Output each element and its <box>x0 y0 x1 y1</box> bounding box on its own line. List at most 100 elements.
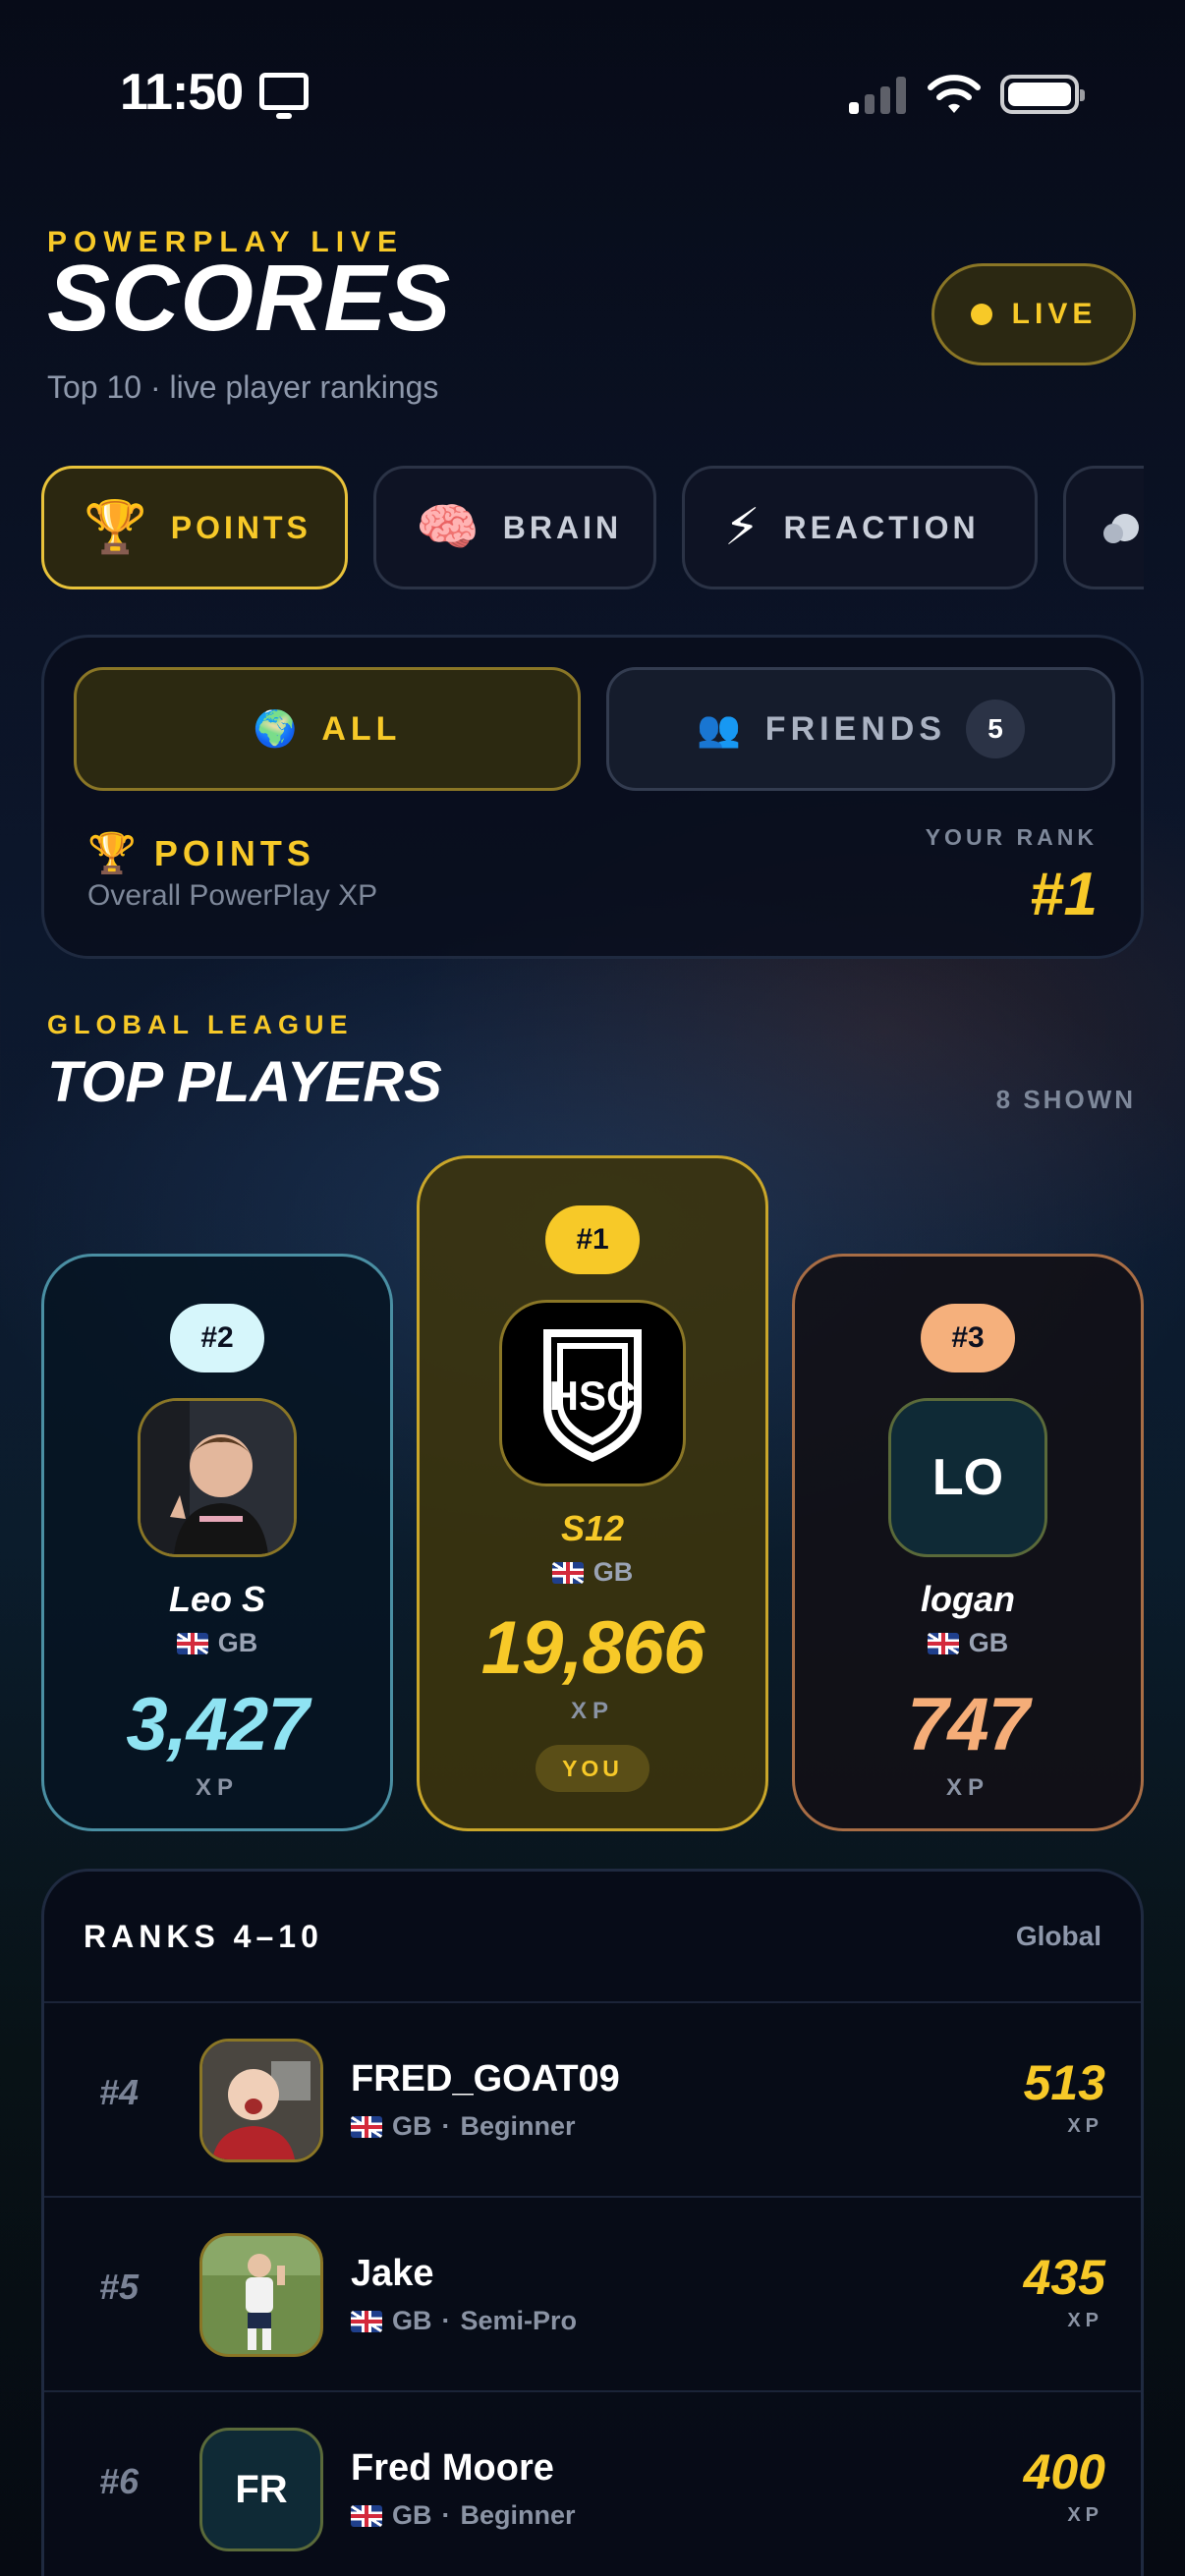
player-country: GB <box>176 1628 258 1658</box>
player-meta: GB · Beginner <box>351 2500 576 2531</box>
avatar <box>138 1398 297 1557</box>
score-unit: XP <box>945 1774 989 1801</box>
tab-label: BRAIN <box>502 509 623 545</box>
league-eyebrow: GLOBAL LEAGUE <box>47 1010 354 1039</box>
your-rank-label: YOUR RANK <box>925 824 1098 850</box>
player-score: 3,427 <box>126 1683 309 1766</box>
people-icon: 👥 <box>696 709 746 750</box>
country-code: GB <box>392 2500 432 2530</box>
your-rank-value: #1 <box>1030 861 1098 928</box>
country-code: GB <box>217 1628 258 1657</box>
uk-flag-icon <box>351 2310 382 2332</box>
filter-card: 🌍 ALL 👥 FRIENDS 5 🏆 POINTS Overall Power… <box>41 635 1144 959</box>
player-meta: GB · Semi-Pro <box>351 2306 577 2336</box>
row-rank: #5 <box>99 2267 140 2307</box>
separator-dot: · <box>441 2500 451 2530</box>
list-item[interactable]: #4 FRED_GOAT09 GB · Beginner 513 XP <box>44 2001 1141 2196</box>
uk-flag-icon <box>551 1561 584 1584</box>
rank-badge: #2 <box>170 1304 264 1372</box>
avatar: FR <box>199 2428 323 2551</box>
player-name: S12 <box>560 1508 625 1548</box>
cloud-icon <box>1103 514 1139 543</box>
row-rank: #4 <box>99 2072 140 2112</box>
player-score: 513 <box>1023 2055 1105 2110</box>
separator-dot: · <box>441 2306 451 2335</box>
score-unit: XP <box>1067 2504 1103 2526</box>
player-score: 747 <box>907 1683 1030 1766</box>
player-name: Jake <box>351 2253 434 2294</box>
podium-first[interactable]: #1 HSC S12 GB 19,866 XP YOU <box>417 1155 768 1831</box>
score-unit: XP <box>1067 2310 1103 2331</box>
player-level: Beginner <box>460 2111 576 2141</box>
cellular-signal-icon <box>849 77 908 114</box>
player-photo <box>141 1401 294 1554</box>
rank-badge: #1 <box>545 1205 640 1274</box>
row-rank: #6 <box>99 2461 140 2501</box>
player-country: GB <box>927 1628 1009 1658</box>
brain-icon: 🧠 <box>416 498 480 557</box>
list-item[interactable]: #5 Jake GB · Semi-Pro 435 XP <box>44 2196 1141 2390</box>
globe-icon: 🌍 <box>253 709 303 750</box>
filter-all-label: ALL <box>321 709 402 748</box>
player-country: GB <box>551 1557 634 1588</box>
player-name: Leo S <box>168 1579 265 1619</box>
category-label: POINTS <box>153 832 315 873</box>
list-item[interactable]: #6 FR Fred Moore GB · Beginner 400 XP <box>44 2390 1141 2576</box>
ranks-scope: Global <box>1015 1921 1101 1951</box>
tab-reaction[interactable]: ⚡ REACTION <box>682 466 1038 589</box>
tab-brain[interactable]: 🧠 BRAIN <box>373 466 656 589</box>
ranks-title: RANKS 4–10 <box>84 1919 323 1954</box>
status-time: 11:50 <box>120 64 244 121</box>
rank-badge: #3 <box>921 1304 1015 1372</box>
tab-label: REACTION <box>783 509 980 545</box>
podium-second[interactable]: #2 Leo S GB 3,427 XP <box>41 1254 393 1831</box>
category-tabs: 🏆 POINTS 🧠 BRAIN ⚡ REACTION <box>0 466 1185 591</box>
player-name: Fred Moore <box>351 2447 554 2489</box>
player-meta: GB · Beginner <box>351 2111 576 2142</box>
avatar <box>199 2039 323 2162</box>
live-label: LIVE <box>1011 298 1098 330</box>
wifi-icon <box>928 75 981 113</box>
tab-points[interactable]: 🏆 POINTS <box>41 466 348 589</box>
page-subtitle: Top 10 · live player rankings <box>47 369 439 405</box>
avatar <box>199 2233 323 2357</box>
avatar: HSC <box>499 1300 686 1486</box>
player-score: 400 <box>1023 2444 1105 2499</box>
you-badge: YOU <box>536 1745 649 1792</box>
filter-friends-label: FRIENDS <box>764 709 947 748</box>
score-unit: XP <box>195 1774 239 1801</box>
uk-flag-icon <box>351 2115 382 2138</box>
uk-flag-icon <box>927 1632 959 1654</box>
country-code: GB <box>968 1628 1009 1657</box>
player-name: logan <box>921 1579 1015 1619</box>
score-unit: XP <box>1067 2115 1103 2137</box>
trophy-icon: 🏆 <box>84 498 147 557</box>
section-title: TOP PLAYERS <box>47 1050 442 1114</box>
filter-all-button[interactable]: 🌍 ALL <box>74 667 581 791</box>
live-dot-icon <box>970 304 992 325</box>
tab-partial[interactable] <box>1063 466 1144 589</box>
category-description: Overall PowerPlay XP <box>87 879 378 912</box>
page-title: SCORES <box>47 246 452 351</box>
player-photo <box>202 2042 320 2159</box>
hsc-crest-logo: HSC <box>543 1329 642 1462</box>
country-code: GB <box>392 2111 432 2141</box>
crest-text: HSC <box>549 1372 637 1419</box>
trophy-icon: 🏆 <box>87 831 137 876</box>
filter-friends-button[interactable]: 👥 FRIENDS 5 <box>606 667 1115 791</box>
uk-flag-icon <box>176 1632 208 1654</box>
podium-third[interactable]: #3 LO logan GB 747 XP <box>792 1254 1144 1831</box>
screen-mirroring-icon <box>259 73 309 119</box>
tab-label: POINTS <box>170 509 311 545</box>
player-photo <box>202 2236 320 2354</box>
live-button[interactable]: LIVE <box>931 263 1136 365</box>
battery-icon <box>1000 75 1085 114</box>
ranks-list: RANKS 4–10 Global #4 FRED_GOAT09 GB · Be… <box>41 1869 1144 2576</box>
lightning-icon: ⚡ <box>724 498 761 557</box>
shown-count: 8 SHOWN <box>995 1085 1136 1114</box>
player-name: FRED_GOAT09 <box>351 2058 620 2100</box>
country-code: GB <box>592 1557 634 1587</box>
player-score: 435 <box>1023 2250 1105 2305</box>
avatar: LO <box>888 1398 1047 1557</box>
score-unit: XP <box>570 1698 614 1724</box>
